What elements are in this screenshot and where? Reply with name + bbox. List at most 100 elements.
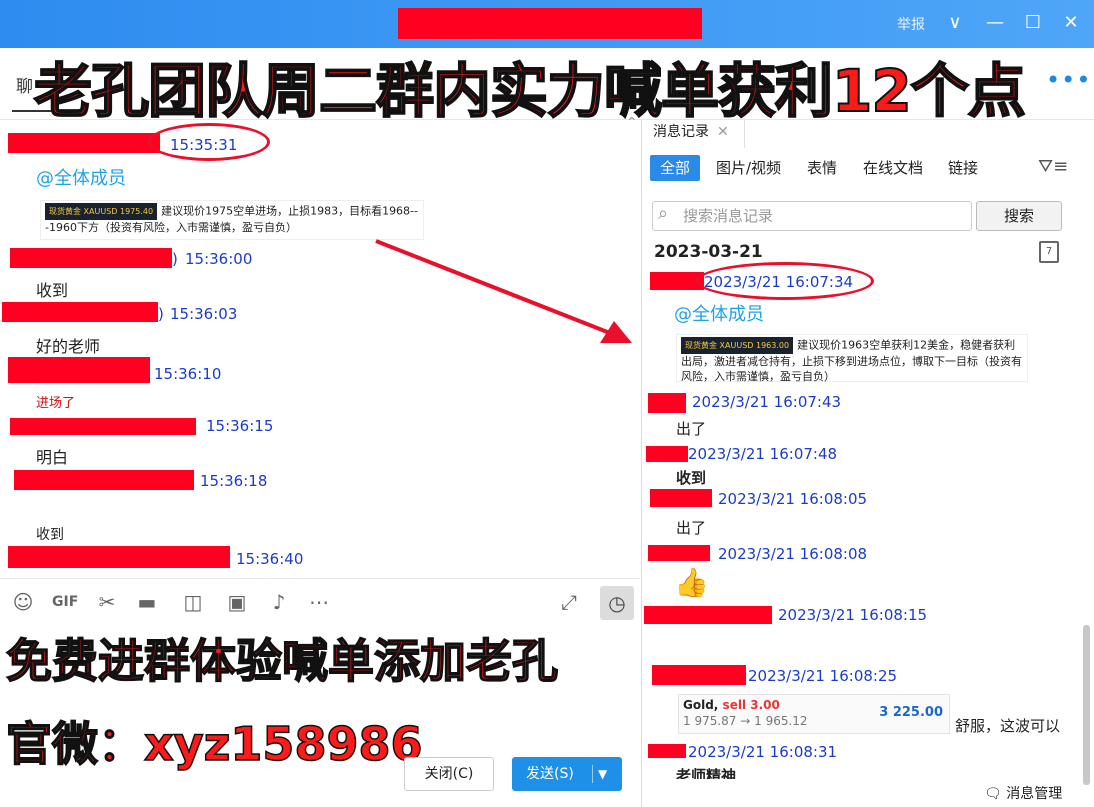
message-manager-button[interactable]: 🗨 消息管理 — [984, 783, 1062, 803]
sender-redaction — [652, 665, 746, 685]
send-options-icon[interactable]: ▼ — [598, 757, 607, 791]
calendar-icon[interactable]: 7 — [1039, 241, 1059, 263]
message-time: 2023/3/21 16:07:48 — [688, 445, 838, 463]
search-icon: ⌕ — [658, 203, 669, 224]
image-icon[interactable]: ▣ — [224, 590, 250, 614]
sender-redaction — [8, 357, 150, 383]
gold-quote-chip: 现货黄金 XAUUSD 1963.00 — [681, 337, 794, 354]
filter-docs[interactable]: 在线文档 — [853, 155, 933, 181]
message-time: 2023/3/21 16:08:31 — [688, 743, 838, 761]
sender-redaction — [644, 606, 772, 624]
search-input[interactable]: 搜索消息记录 — [652, 201, 972, 231]
send-label: 发送(S) — [526, 766, 574, 782]
message-text: 舒服，这波可以 — [955, 717, 1061, 735]
promo-line-2: 官微：xyz158986 — [5, 716, 423, 772]
message-text: 明白 — [36, 448, 69, 467]
doc-icon[interactable]: ◫ — [180, 590, 206, 614]
close-icon[interactable]: ✕ — [1060, 12, 1082, 34]
message-time: 2023/3/21 16:08:15 — [778, 606, 928, 624]
thumbs-up-emoji: 👍 — [674, 566, 709, 599]
mention-all[interactable]: @全体成员 — [674, 300, 764, 326]
message-time: 15:36:00 — [185, 250, 253, 268]
chevron-down-icon[interactable]: ∨ — [944, 12, 966, 34]
message-time: 15:36:18 — [200, 472, 268, 490]
message-text: 进场了 — [36, 396, 76, 411]
tab-message-history[interactable]: 消息记录 ✕ — [645, 120, 745, 148]
signal-card[interactable]: 现货黄金 XAUUSD 1963.00 建议现价1963空单获利12美金，稳健者获… — [676, 334, 1028, 383]
sender-redaction — [648, 744, 686, 758]
sender-redaction — [648, 545, 710, 561]
tab-chat[interactable]: 聊 — [16, 72, 33, 97]
headline-overlay: 老孔团队周二群内实力喊单获利12个点 — [33, 56, 1027, 126]
message-text: 收到 — [676, 469, 707, 487]
emoji-icon[interactable]: ☺ — [10, 590, 36, 614]
title-redaction — [398, 8, 702, 39]
sender-redaction — [646, 446, 688, 462]
message-text: 好的老师 — [36, 337, 101, 356]
trade-prices: 1 975.87 → 1 965.12 — [683, 714, 808, 728]
scissors-icon[interactable]: ✂ — [94, 590, 120, 614]
message-manager-label: 消息管理 — [1006, 786, 1063, 802]
trade-action: sell 3.00 — [722, 698, 780, 712]
trade-name: Gold, sell 3.00 — [683, 698, 780, 712]
message-text: 出了 — [676, 519, 707, 537]
message-time: 15:36:10 — [154, 365, 222, 383]
history-clock-icon[interactable]: ◷ — [600, 586, 634, 620]
sender-redaction — [8, 546, 230, 568]
trade-symbol: Gold, — [683, 698, 723, 712]
message-text: 收到 — [36, 281, 69, 300]
highlight-ellipse — [696, 262, 874, 300]
maximize-icon[interactable]: ☐ — [1022, 12, 1044, 34]
sender-redaction — [8, 133, 160, 153]
date-header: 2023-03-21 — [654, 242, 763, 262]
sender-redaction — [14, 470, 194, 490]
message-time: 2023/3/21 16:07:43 — [692, 393, 842, 411]
highlight-ellipse — [148, 123, 270, 161]
message-time: 15:36:15 — [206, 417, 274, 435]
message-time: 2023/3/21 16:08:08 — [718, 545, 868, 563]
message-manager-icon: 🗨 — [984, 786, 1007, 802]
expand-icon[interactable]: ⤢ — [556, 590, 582, 614]
collapse-icon[interactable]: ⌃ — [626, 115, 638, 131]
gif-icon[interactable]: GIF — [52, 594, 78, 610]
bell-icon[interactable]: ♪ — [266, 590, 292, 614]
trade-result-card[interactable]: Gold, sell 3.00 1 975.87 → 1 965.12 3 22… — [678, 694, 950, 734]
gold-quote-chip: 现货黄金 XAUUSD 1975.40 — [45, 203, 158, 220]
send-separator — [592, 765, 593, 783]
scrollbar[interactable] — [1083, 625, 1090, 785]
folder-icon[interactable]: ▬ — [134, 590, 160, 614]
paren-mark: ) — [172, 250, 178, 268]
close-tab-icon[interactable]: ✕ — [717, 124, 729, 140]
message-text: 出了 — [676, 420, 707, 438]
tab-label: 消息记录 — [653, 124, 709, 140]
filter-settings-icon[interactable]: ⛛≡ — [1038, 156, 1068, 177]
filter-media[interactable]: 图片/视频 — [706, 155, 791, 181]
message-time: 15:36:03 — [170, 305, 238, 323]
close-button[interactable]: 关闭(C) — [404, 757, 494, 791]
search-button[interactable]: 搜索 — [976, 201, 1062, 231]
message-text: 老师精神 — [676, 767, 737, 779]
more-tools-icon[interactable]: ⋯ — [306, 590, 332, 614]
filter-all[interactable]: 全部 — [650, 155, 701, 181]
mention-all[interactable]: @全体成员 — [36, 164, 126, 190]
message-time: 2023/3/21 16:08:25 — [748, 667, 898, 685]
sender-redaction — [650, 489, 712, 507]
minimize-icon[interactable]: — — [984, 12, 1006, 34]
filter-emoji[interactable]: 表情 — [797, 155, 847, 181]
red-arrow — [375, 239, 632, 343]
sender-redaction — [2, 302, 158, 322]
message-time: 15:36:40 — [236, 550, 304, 568]
paren-mark: ) — [158, 305, 164, 323]
message-time: 2023/3/21 16:08:05 — [718, 490, 868, 508]
more-icon[interactable]: ••• — [1046, 66, 1091, 94]
sender-redaction — [10, 248, 172, 268]
sender-redaction — [10, 418, 196, 435]
signal-card[interactable]: 现货黄金 XAUUSD 1975.40 建议现价1975空单进场，止损1983，目… — [40, 200, 424, 240]
send-button[interactable]: 发送(S) ▼ — [512, 757, 622, 791]
trade-profit: 3 225.00 — [879, 705, 943, 720]
report-button[interactable]: 举报 — [897, 14, 925, 34]
sender-redaction — [648, 393, 686, 413]
promo-line-1: 免费进群体验喊单添加老孔 — [5, 633, 559, 689]
filter-links[interactable]: 链接 — [938, 155, 988, 181]
message-text: 收到 — [36, 527, 64, 543]
